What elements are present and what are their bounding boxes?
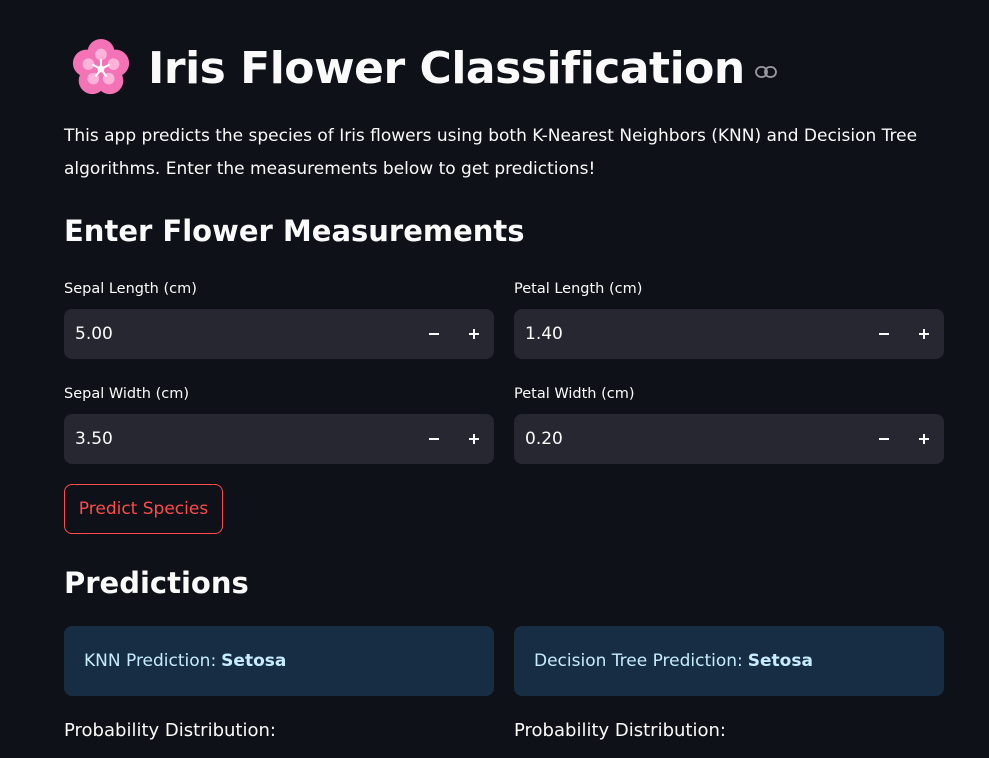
sepal-width-increment-button[interactable] — [454, 414, 494, 464]
petal-width-label: Petal Width (cm) — [514, 386, 635, 402]
sepal-length-stepper — [64, 308, 494, 360]
minus-icon — [429, 333, 439, 335]
plus-icon — [919, 434, 929, 444]
petal-length-stepper — [514, 308, 944, 360]
minus-icon — [879, 333, 889, 335]
sepal-width-decrement-button[interactable] — [414, 414, 454, 464]
petal-length-label: Petal Length (cm) — [514, 281, 643, 297]
predict-species-button[interactable]: Predict Species — [64, 484, 223, 534]
predictions-heading: Predictions — [64, 566, 249, 600]
petal-width-decrement-button[interactable] — [864, 414, 904, 464]
title-row: Iris Flower Classification — [70, 36, 777, 100]
sepal-length-label: Sepal Length (cm) — [64, 281, 197, 297]
sepal-length-input[interactable] — [64, 308, 414, 360]
cherry-blossom-icon — [72, 38, 130, 95]
tree-prediction-value: Setosa — [747, 651, 813, 671]
knn-prediction-label: KNN Prediction: — [84, 651, 217, 671]
sepal-length-decrement-button[interactable] — [414, 309, 454, 359]
link-icon[interactable] — [754, 65, 777, 79]
app-description: This app predicts the species of Iris fl… — [64, 126, 918, 179]
knn-probability-label: Probability Distribution: — [64, 720, 276, 741]
tree-prediction-box: Decision Tree Prediction: Setosa — [514, 626, 944, 696]
sepal-width-stepper — [64, 413, 494, 465]
knn-prediction-box: KNN Prediction: Setosa — [64, 626, 494, 696]
petal-length-decrement-button[interactable] — [864, 309, 904, 359]
plus-icon — [469, 434, 479, 444]
tree-prediction-label: Decision Tree Prediction: — [534, 651, 743, 671]
petal-width-input[interactable] — [514, 413, 864, 465]
minus-icon — [879, 438, 889, 440]
petal-length-increment-button[interactable] — [904, 309, 944, 359]
sepal-width-input[interactable] — [64, 413, 414, 465]
sepal-length-increment-button[interactable] — [454, 309, 494, 359]
sepal-width-label: Sepal Width (cm) — [64, 386, 189, 402]
tree-probability-label: Probability Distribution: — [514, 720, 726, 741]
plus-icon — [469, 329, 479, 339]
measurements-heading: Enter Flower Measurements — [64, 214, 525, 248]
page-title: Iris Flower Classification — [148, 42, 745, 94]
petal-width-stepper — [514, 413, 944, 465]
plus-icon — [919, 329, 929, 339]
petal-width-increment-button[interactable] — [904, 414, 944, 464]
petal-length-input[interactable] — [514, 308, 864, 360]
minus-icon — [429, 438, 439, 440]
knn-prediction-value: Setosa — [221, 651, 287, 671]
app-page: Iris Flower Classification This app pred… — [0, 0, 989, 758]
